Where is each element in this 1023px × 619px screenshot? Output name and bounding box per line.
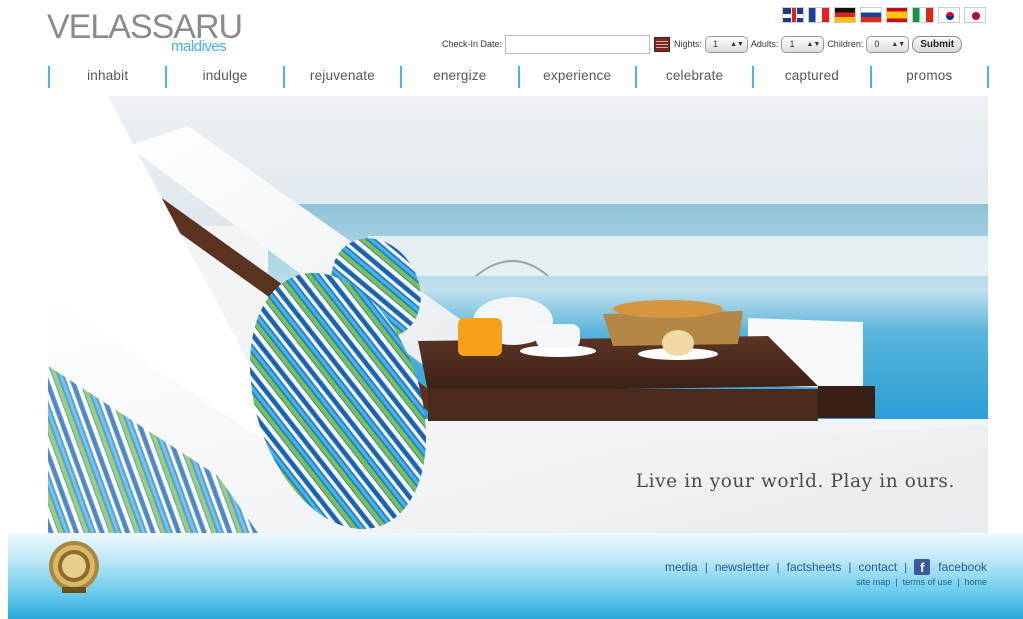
chevron-updown-icon: ▲▼ xyxy=(891,40,906,48)
flag-italy-icon[interactable] xyxy=(912,7,934,23)
bun xyxy=(662,330,694,356)
footer-link-home[interactable]: home xyxy=(964,577,987,587)
nights-select[interactable]: 1 ▲▼ xyxy=(705,35,748,53)
calendar-icon[interactable] xyxy=(654,36,671,52)
flag-korea-icon[interactable] xyxy=(938,7,960,23)
language-selector xyxy=(782,7,986,23)
footer-link-contact[interactable]: contact xyxy=(858,560,897,574)
chevron-updown-icon: ▲▼ xyxy=(730,40,744,48)
flag-russia-icon[interactable] xyxy=(860,7,882,23)
hero-tagline: Live in your world. Play in ours. xyxy=(635,471,955,492)
nav-item-inhabit[interactable]: inhabit xyxy=(48,66,165,88)
footer-links: media | newsletter | factsheets | contac… xyxy=(665,559,987,575)
hero-scene xyxy=(48,96,988,533)
separator: | xyxy=(848,560,852,574)
separator: | xyxy=(904,560,908,574)
sandbar xyxy=(368,236,988,276)
separator: | xyxy=(776,560,780,574)
nav-item-rejuvenate[interactable]: rejuvenate xyxy=(282,66,400,88)
pastries xyxy=(613,300,723,318)
facebook-icon[interactable]: f xyxy=(914,559,931,575)
separator: | xyxy=(957,577,960,587)
submit-button[interactable]: Submit xyxy=(912,35,963,53)
nav-item-celebrate[interactable]: celebrate xyxy=(634,66,752,88)
adults-label: Adults: xyxy=(750,39,779,49)
hero-image: Live in your world. Play in ours. xyxy=(48,96,988,533)
children-select[interactable]: 0 ▲▼ xyxy=(866,35,910,53)
nav-item-promos[interactable]: promos xyxy=(869,66,989,88)
nav-item-indulge[interactable]: indulge xyxy=(165,66,282,88)
checkin-date-input[interactable] xyxy=(505,34,651,54)
flag-uk-icon[interactable] xyxy=(782,7,804,23)
footer: media | newsletter | factsheets | contac… xyxy=(8,533,1023,619)
page: VELASSARU maldives Check-In Date: Nights… xyxy=(0,0,1023,619)
orange-juice xyxy=(458,318,502,356)
footer-sub-links: site map | terms of use | home xyxy=(856,577,987,587)
footer-link-factsheets[interactable]: factsheets xyxy=(787,560,842,574)
nights-value: 1 xyxy=(713,39,719,49)
site-logo[interactable]: VELASSARU maldives xyxy=(47,8,247,56)
right-lounger-base xyxy=(818,386,875,418)
separator: | xyxy=(895,577,898,587)
nights-label: Nights: xyxy=(674,39,703,49)
adults-select[interactable]: 1 ▲▼ xyxy=(781,35,825,53)
checkin-label: Check-In Date: xyxy=(442,39,503,49)
nav-item-experience[interactable]: experience xyxy=(517,66,635,88)
separator: | xyxy=(704,560,708,574)
footer-link-terms[interactable]: terms of use xyxy=(903,577,953,587)
cup xyxy=(536,324,580,348)
award-seal-icon[interactable] xyxy=(48,540,100,596)
flag-germany-icon[interactable] xyxy=(834,7,856,23)
footer-link-facebook[interactable]: facebook xyxy=(938,560,987,574)
logo-location: maldives xyxy=(171,38,227,55)
main-nav: inhabit indulge rejuvenate energize expe… xyxy=(48,66,989,88)
footer-link-newsletter[interactable]: newsletter xyxy=(715,560,770,574)
tray-side xyxy=(428,389,818,421)
flag-spain-icon[interactable] xyxy=(886,7,908,23)
nav-item-energize[interactable]: energize xyxy=(400,66,517,88)
chevron-updown-icon: ▲▼ xyxy=(806,40,821,48)
flag-france-icon[interactable] xyxy=(808,7,830,23)
adults-value: 1 xyxy=(789,39,795,49)
children-value: 0 xyxy=(874,39,880,49)
footer-link-media[interactable]: media xyxy=(665,560,698,574)
flag-japan-icon[interactable] xyxy=(964,7,986,23)
booking-form: Check-In Date: Nights: 1 ▲▼ Adults: 1 ▲▼… xyxy=(442,33,963,55)
children-label: Children: xyxy=(827,39,864,49)
footer-link-site-map[interactable]: site map xyxy=(856,577,890,587)
nav-item-captured[interactable]: captured xyxy=(752,66,869,88)
